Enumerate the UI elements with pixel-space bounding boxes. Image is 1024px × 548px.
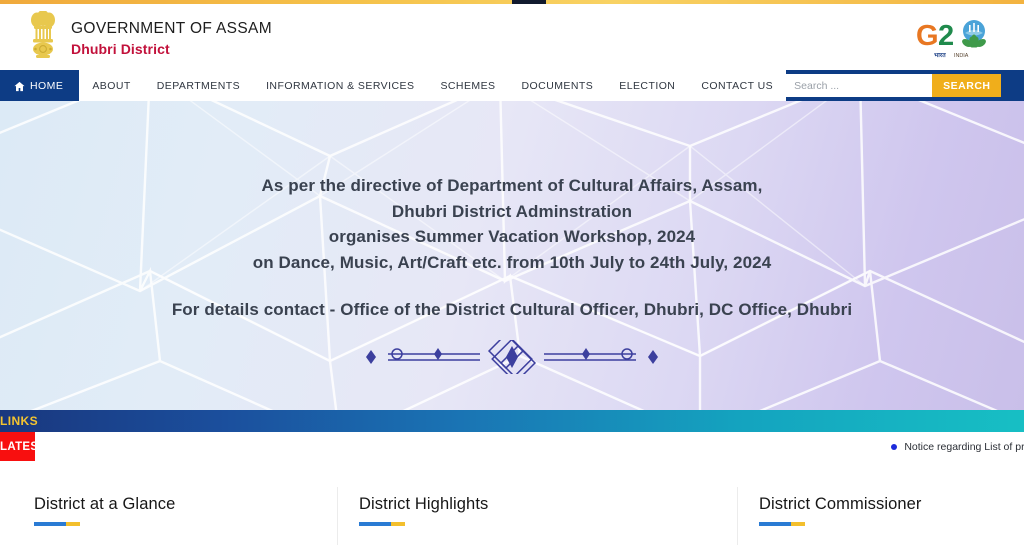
main-navigation: HOME ABOUT DEPARTMENTS INFORMATION & SER…: [0, 70, 1024, 101]
panel-accent-rule: [359, 522, 737, 526]
nav-item-schemes-label: SCHEMES: [440, 79, 496, 92]
hero-contact-line: For details contact - Office of the Dist…: [171, 300, 853, 319]
links-bar[interactable]: LINKS: [0, 410, 1024, 432]
search-button[interactable]: SEARCH: [932, 74, 1002, 97]
brand-text: GOVERNMENT OF ASSAM Dhubri District: [71, 17, 272, 57]
panel-district-at-a-glance: District at a Glance: [0, 461, 337, 548]
latest-marquee: Notice regarding List of provi: [35, 432, 1024, 461]
nav-item-information-services[interactable]: INFORMATION & SERVICES: [253, 70, 427, 101]
accent-gold-segment: [66, 522, 80, 526]
nav-items: HOME ABOUT DEPARTMENTS INFORMATION & SER…: [0, 70, 787, 101]
hero-content: As per the directive of Department of Cu…: [0, 101, 1024, 410]
panel-district-commissioner-title: District Commissioner: [759, 495, 922, 513]
accent-gold-segment: [791, 522, 805, 526]
links-bar-label: LINKS: [0, 414, 38, 428]
nav-item-schemes[interactable]: SCHEMES: [427, 70, 508, 101]
nav-item-departments-label: DEPARTMENTS: [156, 79, 241, 92]
panel-accent-rule: [34, 522, 337, 526]
nav-item-about-label: ABOUT: [92, 79, 131, 92]
svg-text:G: G: [916, 20, 939, 52]
hero-line-2: Dhubri District Adminstration: [391, 201, 633, 221]
decorative-divider-ornament-icon: [352, 332, 672, 382]
latest-tag: LATEST: [0, 432, 45, 461]
nav-item-information-services-label: INFORMATION & SERVICES: [266, 79, 415, 92]
bullet-icon: [891, 443, 898, 450]
ashoka-lion-capital-emblem-icon: [26, 11, 60, 63]
hero-banner: As per the directive of Department of Cu…: [0, 101, 1024, 410]
accent-blue-segment: [359, 522, 391, 526]
nav-item-documents[interactable]: DOCUMENTS: [509, 70, 607, 101]
panel-divider: [737, 487, 738, 545]
panel-district-at-a-glance-title: District at a Glance: [34, 495, 176, 513]
nav-item-documents-label: DOCUMENTS: [521, 79, 594, 92]
nav-item-contact-us[interactable]: CONTACT US: [688, 70, 786, 101]
svg-text:2: 2: [938, 20, 954, 52]
g20-logo-icon[interactable]: G 2 भारत INDIA: [914, 15, 1006, 61]
accent-blue-segment: [34, 522, 66, 526]
panel-district-highlights: District Highlights: [337, 461, 737, 548]
nav-item-contact-us-label: CONTACT US: [701, 79, 774, 92]
panel-district-highlights-title: District Highlights: [359, 495, 489, 513]
accent-gold-segment: [391, 522, 405, 526]
panel-district-commissioner: District Commissioner: [737, 461, 1024, 548]
nav-item-home[interactable]: HOME: [0, 70, 80, 101]
brand[interactable]: GOVERNMENT OF ASSAM Dhubri District: [26, 11, 272, 63]
site-title: GOVERNMENT OF ASSAM: [71, 20, 273, 38]
svg-text:INDIA: INDIA: [954, 53, 969, 59]
site-header: GOVERNMENT OF ASSAM Dhubri District G 2: [0, 4, 1024, 70]
nav-item-home-label: HOME: [30, 79, 64, 92]
latest-notice-item[interactable]: Notice regarding List of provi: [891, 441, 1024, 453]
hero-line-4: on Dance, Music, Art/Craft etc. from 10t…: [252, 252, 772, 272]
page-root: GOVERNMENT OF ASSAM Dhubri District G 2: [0, 0, 1024, 548]
district-name: Dhubri District: [71, 40, 170, 57]
home-icon: [14, 81, 25, 92]
nav-item-departments[interactable]: DEPARTMENTS: [144, 70, 253, 101]
nav-item-election-label: ELECTION: [619, 79, 676, 92]
panel-divider: [337, 487, 338, 545]
nav-item-about[interactable]: ABOUT: [79, 70, 143, 101]
panel-accent-rule: [759, 522, 1024, 526]
search-input[interactable]: [786, 74, 933, 97]
nav-item-election[interactable]: ELECTION: [606, 70, 688, 101]
accent-blue-segment: [759, 522, 791, 526]
latest-notice-text: Notice regarding List of provi: [904, 440, 1024, 453]
search-bar: SEARCH: [786, 70, 1024, 101]
hero-line-3: organises Summer Vacation Workshop, 2024: [328, 227, 696, 246]
svg-text:भारत: भारत: [934, 53, 946, 59]
latest-notices-row: LATEST Notice regarding List of provi: [0, 432, 1024, 461]
info-panels: District at a Glance District Highlights…: [0, 461, 1024, 548]
hero-line-1: As per the directive of Department of Cu…: [261, 176, 763, 195]
